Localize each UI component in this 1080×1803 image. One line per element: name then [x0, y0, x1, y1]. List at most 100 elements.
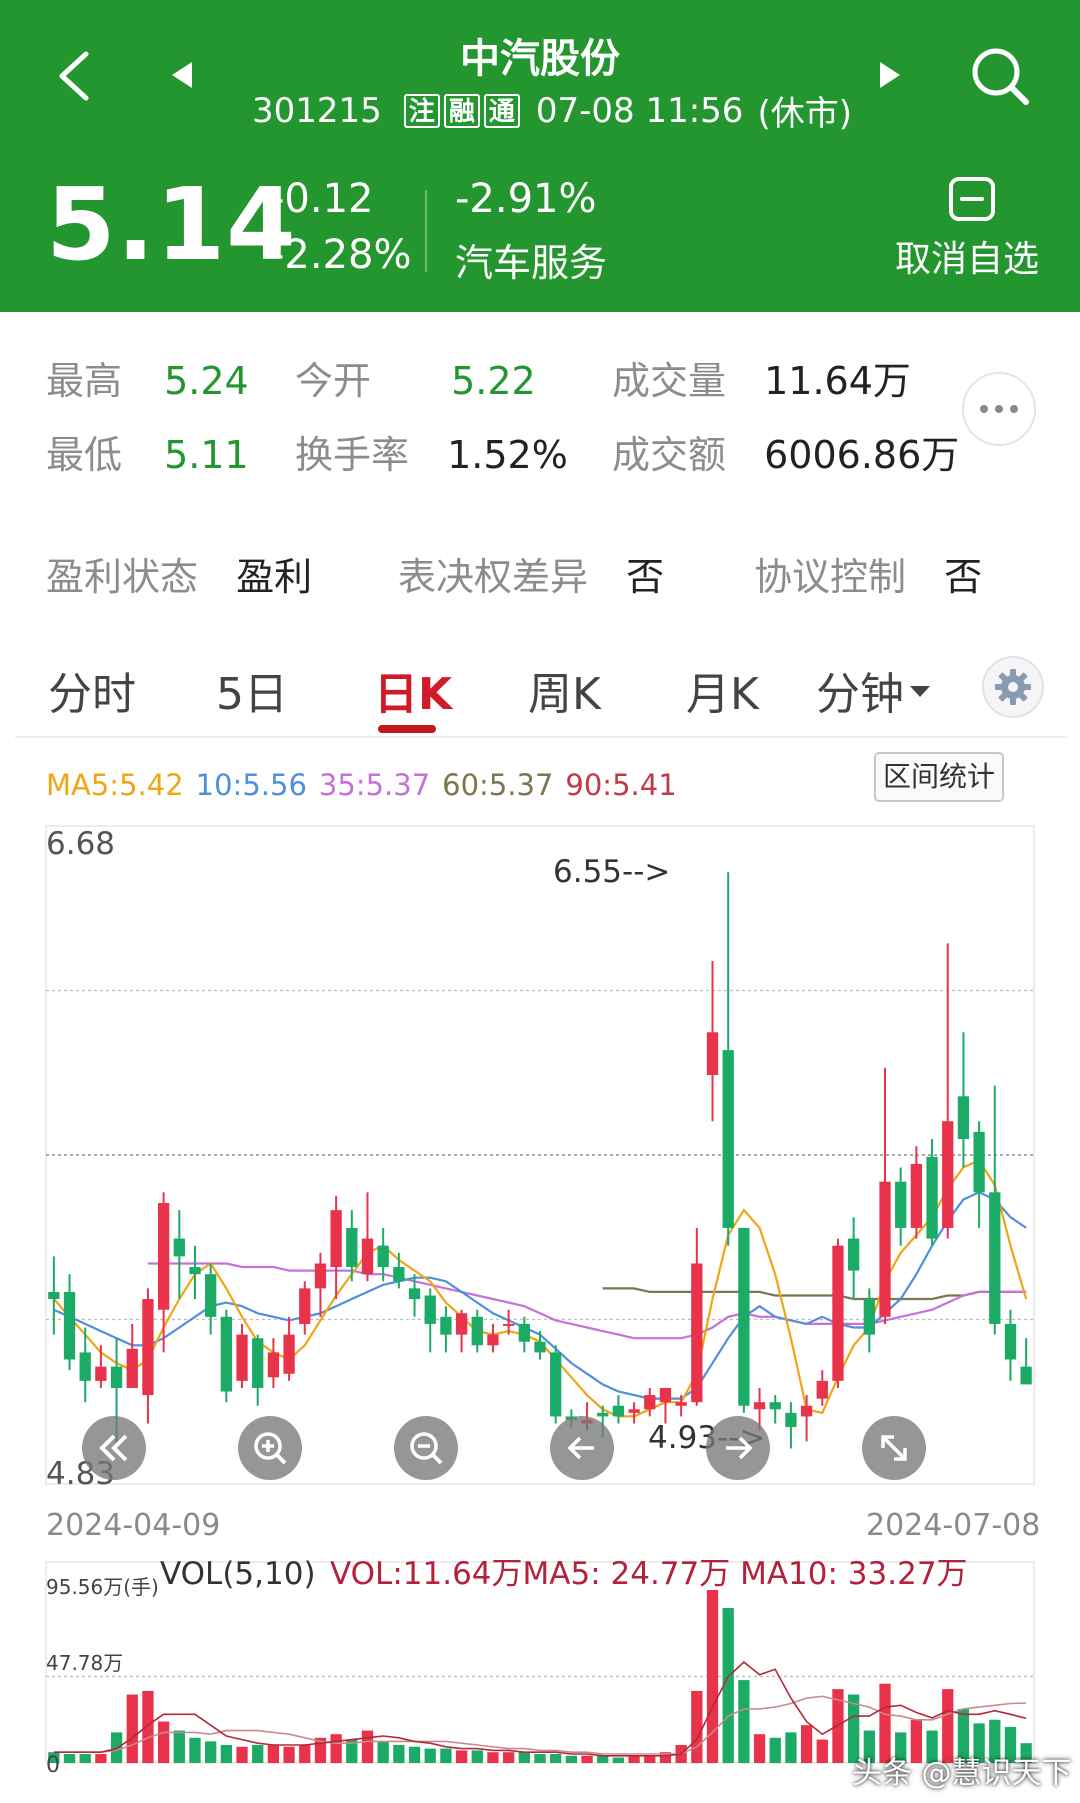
volume-bar [205, 1741, 217, 1763]
volume-bar [173, 1730, 185, 1763]
stat-turnover-label: 换手率 [295, 433, 410, 477]
volume-bar [471, 1750, 483, 1763]
volume-bar [157, 1721, 170, 1763]
remove-watchlist-icon[interactable] [948, 176, 996, 222]
tab-daily-k[interactable]: 日K [374, 658, 452, 722]
zoom-in-button[interactable] [238, 1416, 302, 1480]
scroll-left-button[interactable] [550, 1416, 614, 1480]
fullscreen-button[interactable] [862, 1416, 926, 1480]
candle [361, 1192, 374, 1282]
candle [738, 1227, 750, 1413]
stat-volume-value: 11.64万 [764, 359, 911, 403]
scroll-right-button[interactable] [706, 1416, 770, 1480]
attr-voting-label: 表决权差异 [398, 555, 589, 599]
search-icon[interactable] [968, 44, 1032, 110]
y-max-label: 6.68 [46, 826, 115, 862]
volume-bar [455, 1750, 468, 1763]
caret-down-icon [910, 685, 930, 697]
sector-name[interactable]: 汽车服务 [455, 232, 607, 287]
attr-profit-value: 盈利 [236, 555, 313, 599]
tab-weekly-k[interactable]: 周K [528, 658, 601, 722]
more-dot-icon [995, 405, 1003, 413]
volume-bar [236, 1746, 248, 1763]
candle [989, 1085, 1001, 1335]
volume-bar [95, 1753, 107, 1763]
volume-bar [330, 1734, 342, 1763]
arrow-right-icon [726, 1436, 753, 1460]
volume-bar [377, 1741, 389, 1763]
tab-minutes[interactable]: 分钟 [816, 658, 930, 722]
candlestick-chart[interactable]: 6.68 4.83 6.55--> 4.93--> [0, 820, 1080, 1510]
more-button[interactable] [962, 372, 1036, 446]
vol-zero-label: 0 [46, 1753, 60, 1778]
volume-bar [220, 1744, 232, 1763]
volume-bar [189, 1737, 201, 1763]
candle [205, 1263, 217, 1335]
zoom-out-button[interactable] [394, 1416, 458, 1480]
stat-high-value: 5.24 [164, 359, 249, 403]
volume-bar [299, 1744, 311, 1763]
attr-agreement-label: 协议控制 [754, 555, 907, 599]
stat-high: 最高 5.24 [46, 350, 249, 405]
ma35-value: 35:5.37 [318, 768, 431, 802]
zoom-in-icon [254, 1432, 287, 1465]
more-dot-icon [1010, 405, 1018, 413]
max-price-note: 6.55--> [553, 854, 670, 890]
tag-tong: 通 [483, 93, 520, 128]
stock-sub-line: 301215 注 融 通 07-08 11:56 (休市) [252, 86, 852, 135]
current-price: 5.14 [46, 166, 297, 283]
candle [1020, 1338, 1032, 1385]
stat-amount: 成交额 6006.86万 [612, 424, 959, 479]
ma60-line [602, 1287, 1027, 1301]
candle [252, 1334, 264, 1406]
volume-bar [79, 1753, 91, 1763]
volume-bar [361, 1730, 374, 1763]
tabs-divider [15, 736, 1067, 738]
volume-bar [550, 1753, 562, 1763]
watermark: 头条 @慧识天下 [852, 1756, 1072, 1791]
vol-mid-label: 47.78万 [46, 1651, 123, 1675]
volume-bar [408, 1746, 421, 1763]
candle [910, 1146, 923, 1239]
candle [706, 961, 719, 1122]
tab-5day[interactable]: 5日 [216, 658, 288, 722]
gear-icon [995, 669, 1031, 705]
attr-voting-value: 否 [626, 555, 665, 599]
ma10-value: 10:5.56 [195, 768, 307, 802]
volume-bar [612, 1757, 625, 1763]
tab-minutes-label: 分钟 [816, 669, 904, 720]
volume-bar [487, 1752, 499, 1763]
candle [314, 1252, 327, 1317]
stat-amount-value: 6006.86万 [764, 433, 960, 477]
next-stock-icon[interactable] [876, 58, 904, 92]
sector-change-pct: -2.91% [455, 176, 597, 222]
volume-bar [597, 1755, 609, 1763]
candle [440, 1306, 452, 1353]
volume-bar [816, 1739, 828, 1763]
stat-low-value: 5.11 [164, 433, 249, 477]
stat-turnover: 换手率 1.52% [295, 424, 568, 479]
range-stats-button[interactable]: 区间统计 [874, 752, 1004, 802]
unfollow-button[interactable]: 取消自选 [895, 230, 1039, 282]
candle [785, 1402, 797, 1449]
chart-settings-button[interactable] [982, 656, 1044, 718]
candle [691, 1227, 703, 1406]
volume-bar [534, 1753, 546, 1763]
candle [722, 872, 734, 1246]
volume-bar [753, 1734, 766, 1763]
stat-open: 今开 5.22 [295, 350, 536, 405]
candle [299, 1281, 311, 1335]
ma35-line [147, 1262, 1027, 1340]
expand-icon [881, 1435, 907, 1461]
tab-monthly-k[interactable]: 月K [686, 658, 759, 722]
candle [550, 1345, 562, 1424]
candle [63, 1274, 76, 1371]
tag-rong: 融 [443, 93, 480, 128]
price-change: -0.12 [270, 176, 374, 222]
rewind-button[interactable] [82, 1416, 146, 1480]
x-end-date: 2024-07-08 [866, 1508, 1041, 1543]
volume-bar [628, 1755, 640, 1763]
volume-bar [252, 1744, 264, 1763]
candle [142, 1288, 154, 1424]
tab-intraday[interactable]: 分时 [48, 658, 136, 722]
